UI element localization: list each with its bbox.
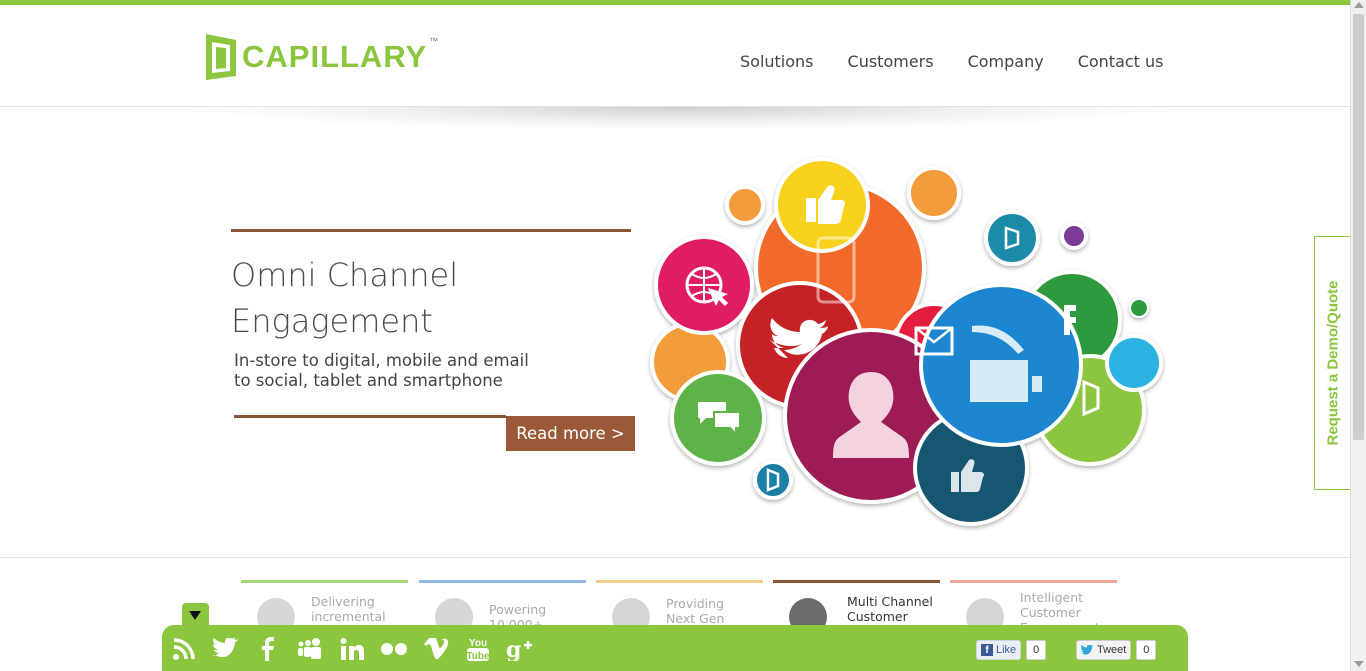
social-icons: You Tube g [170, 635, 534, 663]
header-shadow [180, 107, 1180, 131]
logo-text: CAPILLARY [242, 39, 428, 74]
hero-title: Omni Channel Engagement [231, 252, 631, 344]
twitter-small-icon [1081, 644, 1094, 655]
site-header: CAPILLARY ™ Solutions Customers Company … [0, 5, 1350, 107]
feature-bar [950, 580, 1117, 583]
feature-bar [419, 580, 586, 583]
hero-divider-bottom [234, 415, 506, 418]
feature-bar [241, 580, 408, 583]
nav-solutions[interactable]: Solutions [740, 52, 814, 71]
hero-title-line2: Engagement [231, 302, 433, 340]
tweet-button[interactable]: Tweet [1076, 640, 1132, 660]
svg-text:You: You [469, 638, 487, 649]
feature-line1: Providing [666, 596, 724, 611]
feature-line2: Customer [1020, 605, 1081, 620]
hero-subtitle-line2: to social, tablet and smartphone [234, 371, 503, 390]
feature-bar [773, 580, 940, 583]
collapse-toggle[interactable] [182, 603, 209, 627]
myspace-icon[interactable] [296, 635, 324, 663]
twitter-tweet-widget: Tweet 0 [1076, 640, 1157, 660]
scroll-thumb[interactable] [1353, 14, 1364, 440]
googleplus-icon[interactable]: g [506, 635, 534, 663]
twitter-icon[interactable] [212, 635, 240, 663]
feature-line1: Intelligent [1020, 590, 1084, 605]
feature-line2: incremental [311, 609, 386, 624]
facebook-like-widget: f Like 0 [976, 640, 1047, 660]
vimeo-icon[interactable] [422, 635, 450, 663]
main-nav: Solutions Customers Company Contact us [740, 52, 1164, 71]
svg-text:g: g [506, 637, 521, 661]
hero-subtitle: In-store to digital, mobile and email to… [234, 351, 614, 391]
facebook-like-button[interactable]: f Like [976, 640, 1022, 660]
capillary-logo-icon [206, 34, 236, 80]
feature-line1: Powering [489, 602, 547, 617]
feature-bar [596, 580, 763, 583]
like-count: 0 [1026, 640, 1047, 660]
nav-customers[interactable]: Customers [848, 52, 934, 71]
nav-company[interactable]: Company [968, 52, 1044, 71]
feature-line1: Multi Channel [847, 594, 933, 609]
like-label: Like [996, 644, 1017, 656]
channel-bubbles-illustration [650, 157, 1163, 526]
rss-icon[interactable] [170, 635, 198, 663]
trademark: ™ [429, 36, 439, 46]
hero-divider-top [231, 229, 631, 232]
logo[interactable]: CAPILLARY ™ [204, 32, 438, 82]
tweet-count: 0 [1136, 640, 1157, 660]
feature-text: Multi Channel Customer [847, 594, 947, 624]
hero-subtitle-line1: In-store to digital, mobile and email [234, 351, 529, 370]
hero-title-line1: Omni Channel [231, 256, 459, 294]
facebook-small-icon: f [981, 644, 993, 656]
feature-text: Delivering incremental [311, 594, 411, 624]
social-bar: You Tube g f Like 0 Tweet 0 [162, 625, 1188, 671]
tweet-label: Tweet [1097, 644, 1127, 656]
scroll-down-icon[interactable] [1354, 661, 1364, 667]
feature-line1: Delivering [311, 594, 375, 609]
youtube-icon[interactable]: You Tube [464, 635, 492, 663]
feature-line2: Customer [847, 609, 908, 624]
flickr-icon[interactable] [380, 635, 408, 663]
request-demo-label: Request a Demo/Quote [1324, 280, 1341, 446]
scroll-up-icon[interactable] [1354, 2, 1364, 8]
vertical-scrollbar[interactable] [1350, 0, 1366, 671]
facebook-icon[interactable] [254, 635, 282, 663]
feature-text: Providing Next Gen [666, 596, 766, 626]
linkedin-icon[interactable] [338, 635, 366, 663]
request-demo-tab[interactable]: Request a Demo/Quote [1314, 236, 1350, 490]
svg-text:Tube: Tube [466, 651, 490, 662]
feature-line2: Next Gen [666, 611, 725, 626]
nav-contact-us[interactable]: Contact us [1078, 52, 1164, 71]
read-more-button[interactable]: Read more > [506, 416, 635, 451]
